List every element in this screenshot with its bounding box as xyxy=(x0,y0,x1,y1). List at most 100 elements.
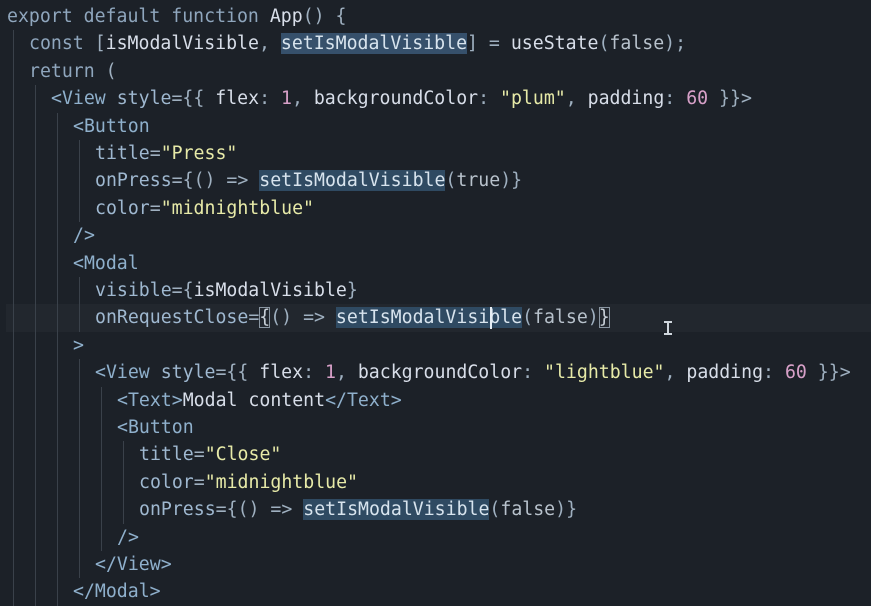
code-text: /> xyxy=(73,222,95,249)
code-token: [ xyxy=(83,33,106,55)
code-text: return ( xyxy=(29,58,117,85)
code-line[interactable]: onRequestClose={() => setIsModalVisible(… xyxy=(6,304,871,332)
code-token: { xyxy=(324,6,347,27)
code-line[interactable]: return ( xyxy=(0,57,871,86)
code-token: onPress xyxy=(139,499,216,521)
code-text: visible={isModalVisible} xyxy=(95,277,358,304)
code-token: ={{ xyxy=(171,88,216,110)
indent-guide xyxy=(57,331,58,360)
code-token: : xyxy=(664,88,687,110)
code-line[interactable]: <View style={{ flex: 1, backgroundColor:… xyxy=(0,359,871,387)
code-token: false xyxy=(500,499,556,521)
indent-guide xyxy=(35,167,36,195)
code-token: "Close" xyxy=(204,444,282,466)
code-text: export default function App() { xyxy=(7,3,347,30)
code-token: () xyxy=(302,6,325,27)
indent-guide xyxy=(57,414,58,442)
indent-guide xyxy=(79,304,80,332)
code-token: /> xyxy=(73,225,95,247)
code-token: > xyxy=(149,581,161,603)
code-line[interactable]: onPress={() => setIsModalVisible(false)} xyxy=(0,496,871,524)
code-token: ={ xyxy=(215,499,238,521)
code-line[interactable]: </View> xyxy=(0,551,871,579)
code-token: false xyxy=(609,33,665,55)
code-token: useState xyxy=(510,33,599,55)
indent-guide xyxy=(35,496,36,524)
indent-guide xyxy=(35,523,36,551)
code-editor[interactable]: export default function App() {const [is… xyxy=(0,0,871,606)
code-line[interactable]: <View style={{ flex: 1, backgroundColor:… xyxy=(0,85,871,113)
code-token: View xyxy=(116,554,161,575)
code-token: ); xyxy=(664,33,687,55)
indent-guide xyxy=(35,304,36,332)
code-line[interactable]: color="midnightblue" xyxy=(0,468,871,497)
code-token: Button xyxy=(83,115,150,137)
code-token: flex xyxy=(259,362,304,384)
indent-guide xyxy=(57,468,58,497)
code-text: <Button xyxy=(117,414,194,441)
code-line[interactable]: <Text>Modal content</Text> xyxy=(0,386,871,414)
code-token: /> xyxy=(117,526,139,548)
code-line[interactable]: color="midnightblue" xyxy=(0,194,871,223)
indent-guide xyxy=(79,523,80,551)
code-line[interactable]: <Modal xyxy=(0,249,871,277)
code-token: title xyxy=(95,143,150,164)
indent-guide xyxy=(13,167,14,195)
code-text: <View style={{ flex: 1, backgroundColor:… xyxy=(51,85,752,112)
indent-guide xyxy=(79,167,80,195)
indent-guide xyxy=(79,551,80,579)
code-token: < xyxy=(117,389,128,411)
code-token: style xyxy=(160,362,216,384)
indent-guide xyxy=(13,331,14,360)
indent-guide xyxy=(13,468,14,497)
code-line[interactable]: title="Press" xyxy=(0,140,871,168)
code-line[interactable]: /> xyxy=(0,523,871,551)
code-line[interactable]: <Button xyxy=(0,414,871,442)
indent-guide xyxy=(123,468,124,497)
code-text: title="Press" xyxy=(95,140,237,167)
indent-guide xyxy=(101,523,102,551)
indent-guide xyxy=(79,496,80,524)
indent-guide xyxy=(101,386,102,414)
indent-guide xyxy=(57,112,58,140)
code-token: = xyxy=(149,197,161,219)
code-token: : xyxy=(522,362,545,384)
code-text: onPress={() => setIsModalVisible(true)} xyxy=(95,167,522,194)
i-beam-cursor-icon xyxy=(664,321,672,335)
highlighted-token: setIsModalVisible xyxy=(335,307,523,329)
code-text: <Text>Modal content</Text> xyxy=(117,387,402,414)
code-token: , xyxy=(291,88,314,110)
indent-guide xyxy=(79,414,80,442)
code-token: ={ xyxy=(171,170,194,192)
code-line[interactable]: onPress={() => setIsModalVisible(true)} xyxy=(0,167,871,195)
code-line[interactable]: /> xyxy=(0,222,871,250)
indent-guide xyxy=(57,578,58,606)
code-token: backgroundColor xyxy=(357,362,523,384)
code-line[interactable]: > xyxy=(0,331,871,360)
code-token: Modal xyxy=(94,581,150,603)
code-token: < xyxy=(73,115,84,137)
code-token: = xyxy=(193,444,205,466)
code-line[interactable]: </Modal> xyxy=(0,578,871,606)
code-token: Button xyxy=(127,417,194,438)
code-text: title="Close" xyxy=(139,441,281,468)
code-line[interactable]: const [isModalVisible, setIsModalVisible… xyxy=(0,30,871,58)
code-line[interactable]: visible={isModalVisible} xyxy=(0,277,871,305)
code-token: = xyxy=(149,143,161,164)
code-line[interactable]: <Button xyxy=(0,112,871,140)
code-token: "Press" xyxy=(160,143,238,164)
indent-guide xyxy=(13,441,14,469)
code-line[interactable]: export default function App() { xyxy=(0,3,871,30)
code-token: Text xyxy=(127,389,172,411)
code-token: , xyxy=(565,88,588,110)
code-token: const xyxy=(29,33,84,55)
code-token: > xyxy=(73,334,84,356)
code-token: = xyxy=(193,471,205,493)
indent-guide xyxy=(101,441,102,469)
code-token: () => xyxy=(237,499,304,521)
code-text: color="midnightblue" xyxy=(95,195,314,222)
code-token: < xyxy=(51,88,62,110)
indent-guide xyxy=(13,578,14,606)
code-line[interactable]: title="Close" xyxy=(0,441,871,469)
